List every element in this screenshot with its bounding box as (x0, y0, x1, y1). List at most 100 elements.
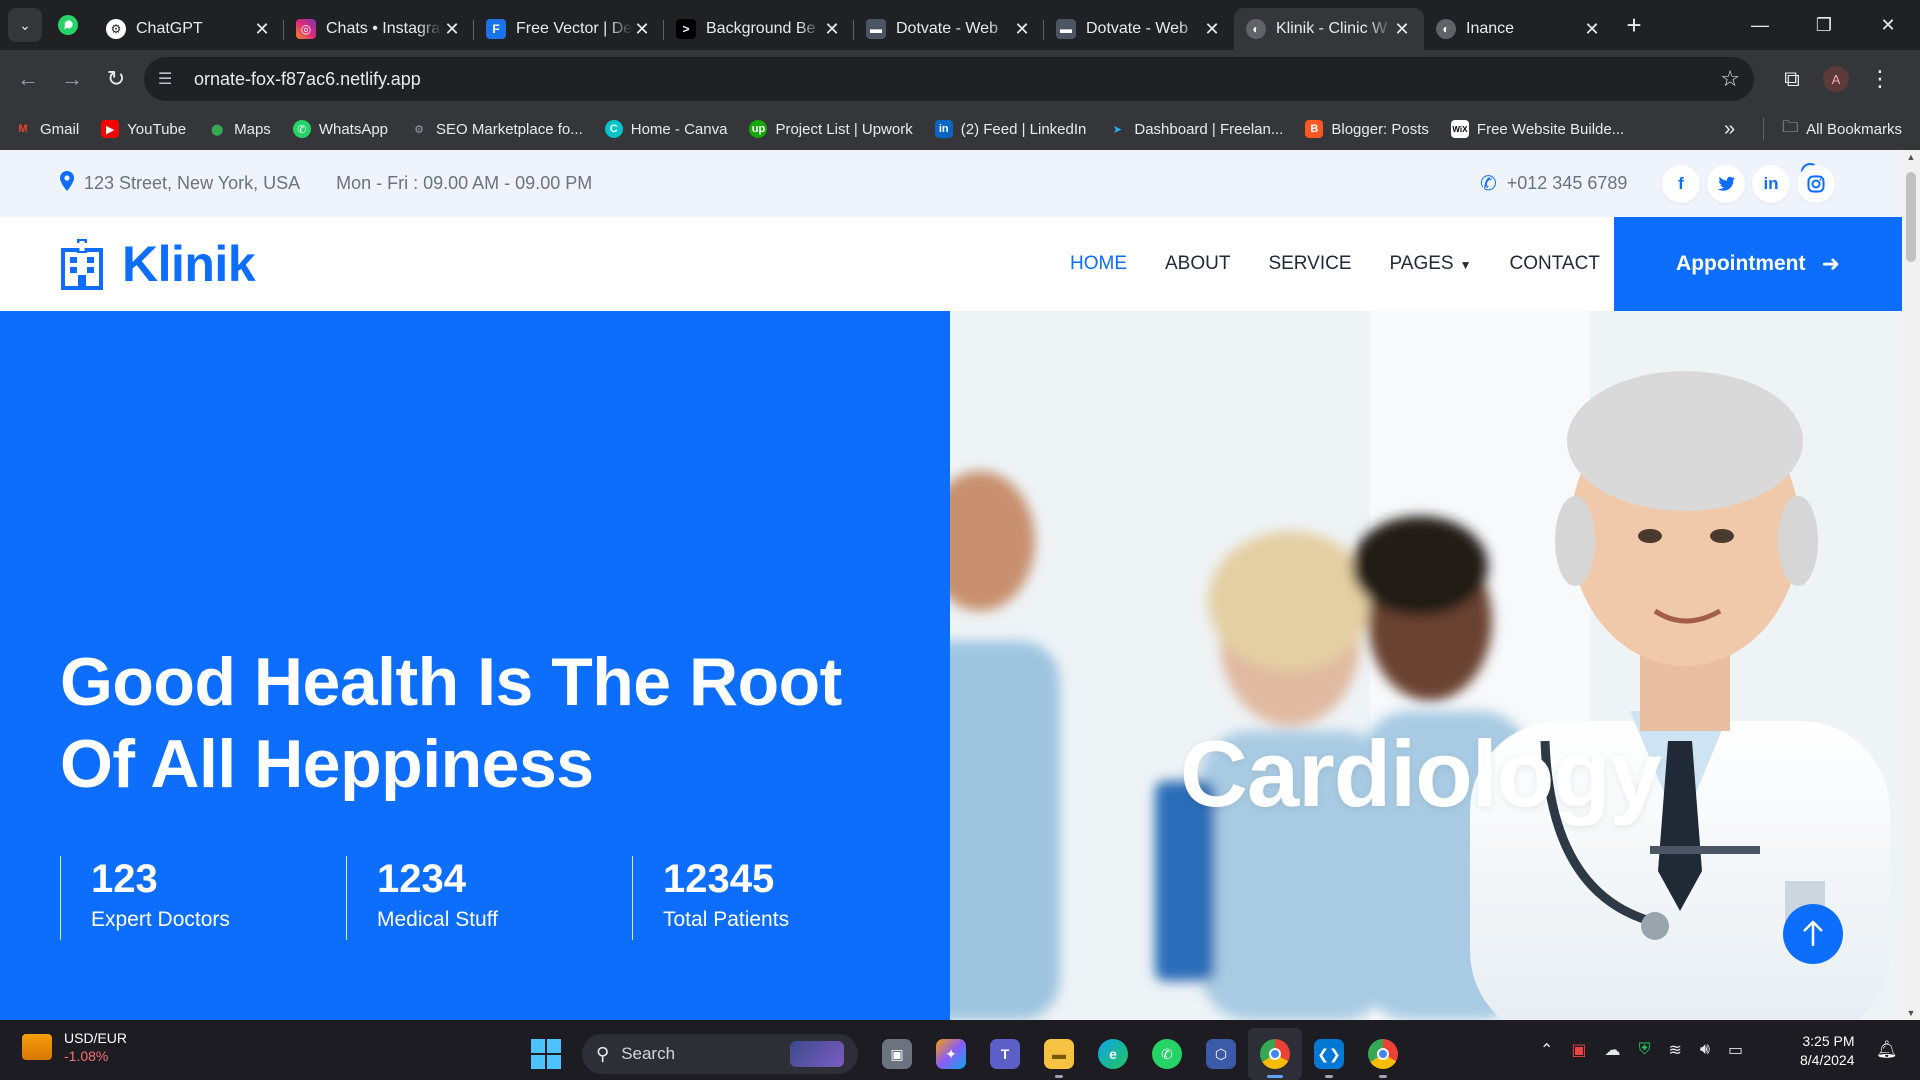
tab-dotvate-2[interactable]: ▬ Dotvate - Web ✕ (1044, 8, 1234, 50)
system-tray: ⌃ ▣ ☁ ⛨ ≋ 🔊︎ ▭ (1540, 1020, 1761, 1080)
back-to-top-button[interactable] (1783, 904, 1843, 964)
bookmark-linkedin[interactable]: in (2) Feed | LinkedIn (934, 120, 1086, 138)
maps-icon: ⬤ (210, 123, 224, 136)
onedrive-icon[interactable]: ☁ (1605, 1040, 1621, 1060)
wifi-icon[interactable]: ≋ (1669, 1040, 1682, 1060)
taskbar-search[interactable]: ⚲ Search (582, 1034, 858, 1074)
minimize-button[interactable]: — (1728, 0, 1792, 50)
notification-bell-icon[interactable]: 🔔︎ (1876, 1040, 1898, 1060)
all-bookmarks-link[interactable]: All Bookmarks (1806, 121, 1902, 138)
tab-freepik[interactable]: F Free Vector | De ✕ (474, 8, 664, 50)
tab-search-button[interactable]: ⌄ (8, 8, 42, 42)
bookmark-seo[interactable]: ⚙ SEO Marketplace fo... (410, 120, 583, 138)
bookmark-wix[interactable]: WiX Free Website Builde... (1450, 120, 1624, 138)
bookmark-upwork[interactable]: up Project List | Upwork (749, 120, 913, 138)
url-text[interactable]: ornate-fox-f87ac6.netlify.app (194, 69, 1720, 90)
security-app-icon[interactable]: ⬡ (1194, 1028, 1248, 1080)
forward-button[interactable]: → (50, 57, 94, 101)
whatsapp-icon (58, 15, 78, 35)
pinned-tab-whatsapp[interactable] (42, 0, 94, 50)
bookmark-label: SEO Marketplace fo... (436, 120, 583, 138)
brand-logo[interactable]: Klinik (60, 235, 256, 293)
close-icon[interactable]: ✕ (252, 19, 272, 40)
tab-dotvate-1[interactable]: ▬ Dotvate - Web ✕ (854, 8, 1044, 50)
file-explorer-icon[interactable]: ▬ (1032, 1028, 1086, 1080)
back-button[interactable]: ← (6, 57, 50, 101)
close-icon[interactable]: ✕ (442, 19, 462, 40)
page-scrollbar[interactable]: ▲ ▼ (1902, 150, 1920, 1020)
tab-klinik-active[interactable]: ◐ Klinik - Clinic W ✕ (1234, 8, 1424, 50)
tab-chatgpt[interactable]: ⚙ ChatGPT ✕ (94, 8, 284, 50)
windows-icon (531, 1039, 561, 1069)
stock-widget[interactable]: USD/EUR -1.08% (22, 1030, 127, 1064)
nav-pages-label: PAGES (1389, 253, 1454, 274)
close-window-button[interactable]: ✕ (1856, 0, 1920, 50)
whatsapp-icon[interactable]: ✆ (1140, 1028, 1194, 1080)
bookmark-whatsapp[interactable]: ✆ WhatsApp (292, 120, 388, 138)
close-icon[interactable]: ✕ (1202, 19, 1222, 40)
bookmark-blogger[interactable]: B Blogger: Posts (1305, 120, 1429, 138)
gmail-icon: M (18, 123, 28, 135)
vscode-icon[interactable]: ❮❯ (1302, 1028, 1356, 1080)
scrollbar-thumb[interactable] (1906, 172, 1916, 262)
scroll-up-arrow-icon[interactable]: ▲ (1902, 152, 1920, 162)
site-info-icon[interactable]: ☰ (158, 69, 186, 89)
nav-about[interactable]: ABOUT (1165, 253, 1230, 275)
close-icon[interactable]: ✕ (632, 19, 652, 40)
tab-title: Inance (1466, 20, 1515, 37)
bookmark-star-icon[interactable]: ☆ (1720, 66, 1740, 92)
instagram-icon[interactable] (1797, 164, 1835, 203)
appointment-button[interactable]: Appointment ➜ (1614, 217, 1902, 311)
menu-kebab-icon[interactable]: ⋮ (1858, 57, 1902, 101)
nav-service[interactable]: SERVICE (1268, 253, 1351, 275)
close-icon[interactable]: ✕ (1392, 19, 1412, 40)
tab-inance[interactable]: ◐ Inance ✕ (1424, 8, 1614, 50)
reload-button[interactable]: ↻ (94, 57, 138, 101)
twitter-icon[interactable] (1707, 164, 1745, 203)
volume-icon[interactable]: 🔊︎ (1700, 1041, 1710, 1059)
battery-icon[interactable]: ▭ (1728, 1040, 1743, 1060)
phone-text[interactable]: +012 345 6789 (1507, 173, 1628, 194)
task-view-icon[interactable]: ▣ (870, 1028, 924, 1080)
nav-contact[interactable]: CONTACT (1509, 253, 1599, 275)
more-bookmarks-icon[interactable]: » (1724, 118, 1735, 141)
tab-instagram[interactable]: ◎ Chats • Instagram ✕ (284, 8, 474, 50)
start-button[interactable] (524, 1032, 568, 1076)
date-text: 8/4/2024 (1800, 1052, 1855, 1068)
close-icon[interactable]: ✕ (1012, 19, 1032, 40)
restore-button[interactable]: ❐ (1792, 0, 1856, 50)
arrow-right-icon: ➜ (1821, 251, 1840, 276)
edge-icon[interactable]: e (1086, 1028, 1140, 1080)
scroll-down-arrow-icon[interactable]: ▼ (1902, 1008, 1920, 1018)
bookmark-maps[interactable]: ⬤ Maps (208, 120, 271, 138)
tab-background[interactable]: > Background Be ✕ (664, 8, 854, 50)
tab-title: Background Be (706, 20, 816, 37)
close-icon[interactable]: ✕ (1582, 19, 1602, 40)
teams-icon[interactable]: T (978, 1028, 1032, 1080)
defender-icon[interactable]: ⛨ (1639, 1041, 1651, 1059)
facebook-icon[interactable]: f (1662, 164, 1700, 203)
nav-home[interactable]: HOME (1070, 253, 1127, 275)
chrome-icon-active[interactable] (1248, 1028, 1302, 1080)
close-icon[interactable]: ✕ (822, 19, 842, 40)
brand-name: Klinik (122, 236, 256, 292)
extensions-icon[interactable]: ⧉ (1770, 57, 1814, 101)
clock[interactable]: 3:25 PM 8/4/2024 (1800, 1032, 1855, 1070)
tab-title: Free Vector | De (516, 20, 632, 37)
bookmark-youtube[interactable]: ▶ YouTube (101, 120, 186, 138)
bookmark-freelancer[interactable]: ➤ Dashboard | Freelan... (1108, 120, 1284, 138)
linkedin-icon: in (934, 120, 953, 138)
bookmark-canva[interactable]: C Home - Canva (604, 120, 727, 138)
copilot-icon[interactable]: ✦ (924, 1028, 978, 1080)
search-icon: ⚲ (596, 1043, 610, 1064)
chrome-icon[interactable] (1356, 1028, 1410, 1080)
app-tray-icon[interactable]: ▣ (1571, 1040, 1586, 1060)
linkedin-icon[interactable]: in (1752, 164, 1790, 203)
chevron-up-icon[interactable]: ⌃ (1540, 1040, 1553, 1060)
stat-value: 12345 (663, 857, 775, 901)
profile-button[interactable]: A (1814, 57, 1858, 101)
new-tab-button[interactable]: + (1614, 10, 1654, 41)
bookmark-gmail[interactable]: M Gmail (14, 120, 79, 138)
nav-pages[interactable]: PAGES ▼ (1390, 253, 1472, 275)
address-input[interactable]: ☰ ornate-fox-f87ac6.netlify.app ☆ (144, 57, 1754, 101)
